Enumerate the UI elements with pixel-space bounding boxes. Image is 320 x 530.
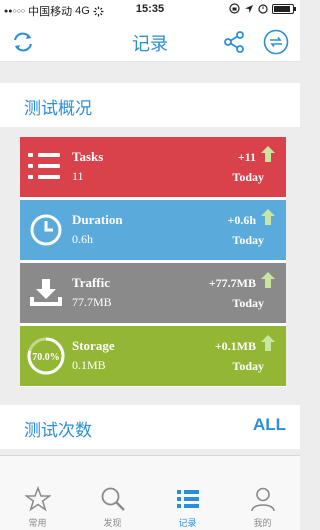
traffic-card[interactable]: Traffic 77.7MB +77.7MB Today: [20, 263, 286, 323]
card-name: Storage: [72, 338, 115, 353]
list-icon: [177, 490, 199, 508]
duration-card[interactable]: Duration 0.6h +0.6h Today: [20, 200, 286, 260]
clock-icon: [30, 214, 62, 246]
content-scroll[interactable]: 测试概况 Tasks 11 +11 Today Duration 0.6h +0…: [0, 63, 300, 455]
share-button[interactable]: [221, 29, 247, 55]
tab-label: 常用: [28, 518, 47, 528]
tab-records[interactable]: 记录: [150, 486, 225, 530]
counts-heading: 测试次数: [24, 421, 92, 440]
card-name: Traffic: [72, 275, 111, 290]
tab-discover[interactable]: 发现: [75, 486, 150, 530]
tab-favorites[interactable]: 常用: [0, 486, 75, 530]
card-value: 0.6h: [72, 232, 93, 246]
counts-header: 测试次数 ALL: [0, 405, 300, 449]
card-period: Today: [232, 233, 264, 247]
card-name: Duration: [72, 212, 123, 227]
tab-label: 发现: [103, 518, 122, 528]
status-bar: ●●○○○ 中国移动 4G 15:35: [0, 0, 300, 20]
gauge-percent: 70.0%: [32, 352, 60, 363]
up-arrow-icon: [261, 335, 275, 351]
card-delta: +77.7MB: [208, 276, 256, 290]
up-arrow-icon: [261, 272, 275, 288]
sync-icon: [263, 29, 289, 55]
card-period: Today: [232, 170, 264, 184]
card-name: Tasks: [72, 149, 104, 164]
user-icon: [251, 487, 275, 512]
card-value: 77.7MB: [72, 295, 112, 309]
overview-heading: 测试概况: [24, 99, 92, 118]
all-link[interactable]: ALL: [253, 415, 286, 435]
lock-rotation-icon: [229, 3, 240, 14]
up-arrow-icon: [261, 209, 275, 225]
card-value: 11: [72, 169, 84, 183]
alarm-icon: [258, 4, 268, 14]
page-title: 记录: [132, 34, 168, 54]
card-value: 0.1MB: [72, 358, 106, 372]
card-delta: +11: [237, 150, 256, 164]
location-icon: [245, 4, 253, 13]
card-delta: +0.1MB: [214, 339, 256, 353]
tab-label: 我的: [253, 518, 272, 528]
overview-panel: Tasks 11 +11 Today Duration 0.6h +0.6h T…: [20, 137, 286, 387]
card-period: Today: [232, 359, 264, 373]
tab-label: 记录: [178, 518, 197, 528]
tab-bar: 常用 发现 记录 我的: [0, 455, 300, 530]
storage-card[interactable]: 70.0% Storage 0.1MB +0.1MB Today: [20, 326, 286, 386]
search-icon: [101, 487, 125, 511]
card-delta: +0.6h: [227, 213, 256, 227]
battery-icon: [272, 3, 296, 14]
card-period: Today: [232, 296, 264, 310]
download-icon: [30, 279, 62, 306]
share-icon: [224, 31, 244, 53]
storage-gauge-icon: 70.0%: [27, 337, 65, 375]
tab-me[interactable]: 我的: [225, 486, 300, 530]
nav-bar: 记录: [0, 20, 300, 62]
overview-header: 测试概况: [0, 83, 300, 127]
tasks-card[interactable]: Tasks 11 +11 Today: [20, 137, 286, 197]
list-icon: [28, 153, 60, 179]
sync-button[interactable]: [263, 29, 289, 55]
up-arrow-icon: [261, 146, 275, 162]
star-icon: [25, 486, 51, 512]
